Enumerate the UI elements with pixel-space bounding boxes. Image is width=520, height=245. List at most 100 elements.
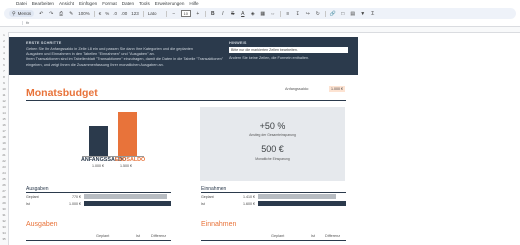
- valign-icon[interactable]: ↧: [295, 11, 301, 17]
- row-number[interactable]: 1: [0, 33, 8, 37]
- increase-font-size-icon[interactable]: +: [195, 11, 201, 17]
- filter-icon[interactable]: ▼: [360, 11, 366, 17]
- fill-color-icon[interactable]: ◈: [250, 11, 256, 17]
- row-header[interactable]: 1 2 3 4 5 6 7 8 9 10 11 12 13 14 15 16 17 18 19 20 21 22 23 24 2…: [0, 32, 9, 245]
- row-number[interactable]: 26: [0, 183, 8, 187]
- number-format-button[interactable]: 123: [131, 11, 139, 16]
- page-title: Monatsbudget: [26, 87, 98, 99]
- row-number[interactable]: 30: [0, 207, 8, 211]
- merge-cells-icon[interactable]: ⇔: [270, 11, 276, 17]
- menu-format[interactable]: Format: [102, 1, 117, 7]
- decrease-decimal-button[interactable]: .0: [113, 11, 117, 16]
- expenses-col-diff: Differenz: [151, 234, 167, 238]
- menu-ansicht[interactable]: Ansicht: [59, 1, 74, 7]
- column-header[interactable]: [0, 27, 520, 33]
- panel-line: Ihren Transaktionen sind im Tabellenblat…: [26, 57, 224, 62]
- row-number[interactable]: 19: [0, 141, 8, 145]
- divider: [165, 10, 167, 17]
- decrease-font-size-icon[interactable]: −: [171, 11, 177, 17]
- row-number[interactable]: 15: [0, 117, 8, 121]
- link-icon[interactable]: 🔗: [330, 11, 336, 17]
- expenses-actual-bar: [84, 201, 171, 206]
- paint-format-icon[interactable]: ✎: [68, 11, 74, 17]
- zoom-select[interactable]: 100%: [78, 11, 90, 16]
- row-number[interactable]: 17: [0, 129, 8, 133]
- row-number[interactable]: 25: [0, 177, 8, 181]
- print-icon[interactable]: ⎙: [58, 11, 64, 17]
- income-col-actual: Ist: [311, 234, 316, 238]
- row-number[interactable]: 8: [0, 75, 8, 79]
- row-number[interactable]: 29: [0, 201, 8, 205]
- increase-decimal-button[interactable]: .00: [121, 11, 127, 16]
- row-number[interactable]: 12: [0, 99, 8, 103]
- strikethrough-icon[interactable]: S: [230, 11, 236, 17]
- starting-balance-input[interactable]: 1.000 €: [329, 86, 345, 92]
- row-number[interactable]: 28: [0, 195, 8, 199]
- row-number[interactable]: 9: [0, 81, 8, 85]
- italic-icon[interactable]: I: [220, 11, 226, 17]
- expenses-divider: [26, 192, 171, 193]
- note-cell[interactable]: Bitte nur die markierten Zellen bearbeit…: [229, 47, 348, 53]
- row-number[interactable]: 32: [0, 219, 8, 223]
- menu-search-label: Menüs: [17, 11, 32, 16]
- redo-icon[interactable]: ↷: [48, 11, 54, 17]
- menu-erweiterungen[interactable]: Erweiterungen: [155, 1, 185, 7]
- row-number[interactable]: 27: [0, 189, 8, 193]
- ending-balance-chart-value: 1.500 €: [120, 164, 132, 168]
- align-icon[interactable]: ≡: [285, 11, 291, 17]
- row-number[interactable]: 22: [0, 159, 8, 163]
- chart-icon[interactable]: ▤: [350, 11, 356, 17]
- menu-datei[interactable]: Datei: [16, 1, 27, 7]
- menu-bar: Datei Bearbeiten Ansicht Einfügen Format…: [0, 0, 520, 7]
- row-number[interactable]: 11: [0, 93, 8, 97]
- row-number[interactable]: 7: [0, 69, 8, 73]
- divider: [279, 10, 281, 17]
- menu-hilfe[interactable]: Hilfe: [189, 1, 198, 7]
- menu-daten[interactable]: Daten: [122, 1, 134, 7]
- bold-icon[interactable]: B: [210, 11, 216, 17]
- row-number[interactable]: 24: [0, 171, 8, 175]
- menu-bearbeiten[interactable]: Bearbeiten: [32, 1, 54, 7]
- divider: [204, 10, 206, 17]
- row-number[interactable]: 10: [0, 87, 8, 91]
- menu-search[interactable]: ⚲ Menüs: [9, 10, 35, 17]
- row-number[interactable]: 5: [0, 57, 8, 61]
- income-planned-bar: [258, 194, 336, 199]
- row-number[interactable]: 6: [0, 63, 8, 67]
- row-number[interactable]: 35: [0, 237, 8, 241]
- row-number[interactable]: 18: [0, 135, 8, 139]
- text-color-icon[interactable]: A: [240, 11, 246, 17]
- row-number[interactable]: 23: [0, 165, 8, 169]
- row-number[interactable]: 13: [0, 105, 8, 109]
- row-number[interactable]: 20: [0, 147, 8, 151]
- income-col-planned: Geplant: [271, 234, 285, 238]
- row-number[interactable]: 2: [0, 39, 8, 43]
- expenses-planned-label: Geplant: [26, 195, 39, 199]
- percent-format-button[interactable]: %: [105, 11, 109, 16]
- panel-text-right: Ändern Sie keine Zeilen, die Formeln ent…: [229, 56, 310, 60]
- row-number[interactable]: 33: [0, 225, 8, 229]
- rotate-icon[interactable]: ↻: [315, 11, 321, 17]
- row-number[interactable]: 14: [0, 111, 8, 115]
- menu-tools[interactable]: Tools: [139, 1, 150, 7]
- font-select[interactable]: Lato: [148, 11, 162, 16]
- comment-icon[interactable]: □: [340, 11, 346, 17]
- starting-balance-label: Anfangssaldo:: [285, 87, 310, 91]
- currency-format-button[interactable]: €: [99, 11, 102, 16]
- name-box[interactable]: [4, 21, 23, 25]
- row-number[interactable]: 31: [0, 213, 8, 217]
- undo-icon[interactable]: ↶: [38, 11, 44, 17]
- row-number[interactable]: 4: [0, 51, 8, 55]
- row-number[interactable]: 21: [0, 153, 8, 157]
- expenses-col-actual: Ist: [136, 234, 141, 238]
- row-number[interactable]: 3: [0, 45, 8, 49]
- borders-icon[interactable]: ▦: [260, 11, 266, 17]
- row-number[interactable]: 16: [0, 123, 8, 127]
- wrap-icon[interactable]: ↪: [305, 11, 311, 17]
- savings-amount-label: Monatliche Einsparung: [255, 157, 290, 161]
- font-size-input[interactable]: 10: [180, 10, 191, 17]
- functions-icon[interactable]: Σ: [370, 11, 376, 17]
- row-number[interactable]: 34: [0, 231, 8, 235]
- menu-einfuegen[interactable]: Einfügen: [79, 1, 97, 7]
- formula-bar[interactable]: fx: [0, 20, 520, 27]
